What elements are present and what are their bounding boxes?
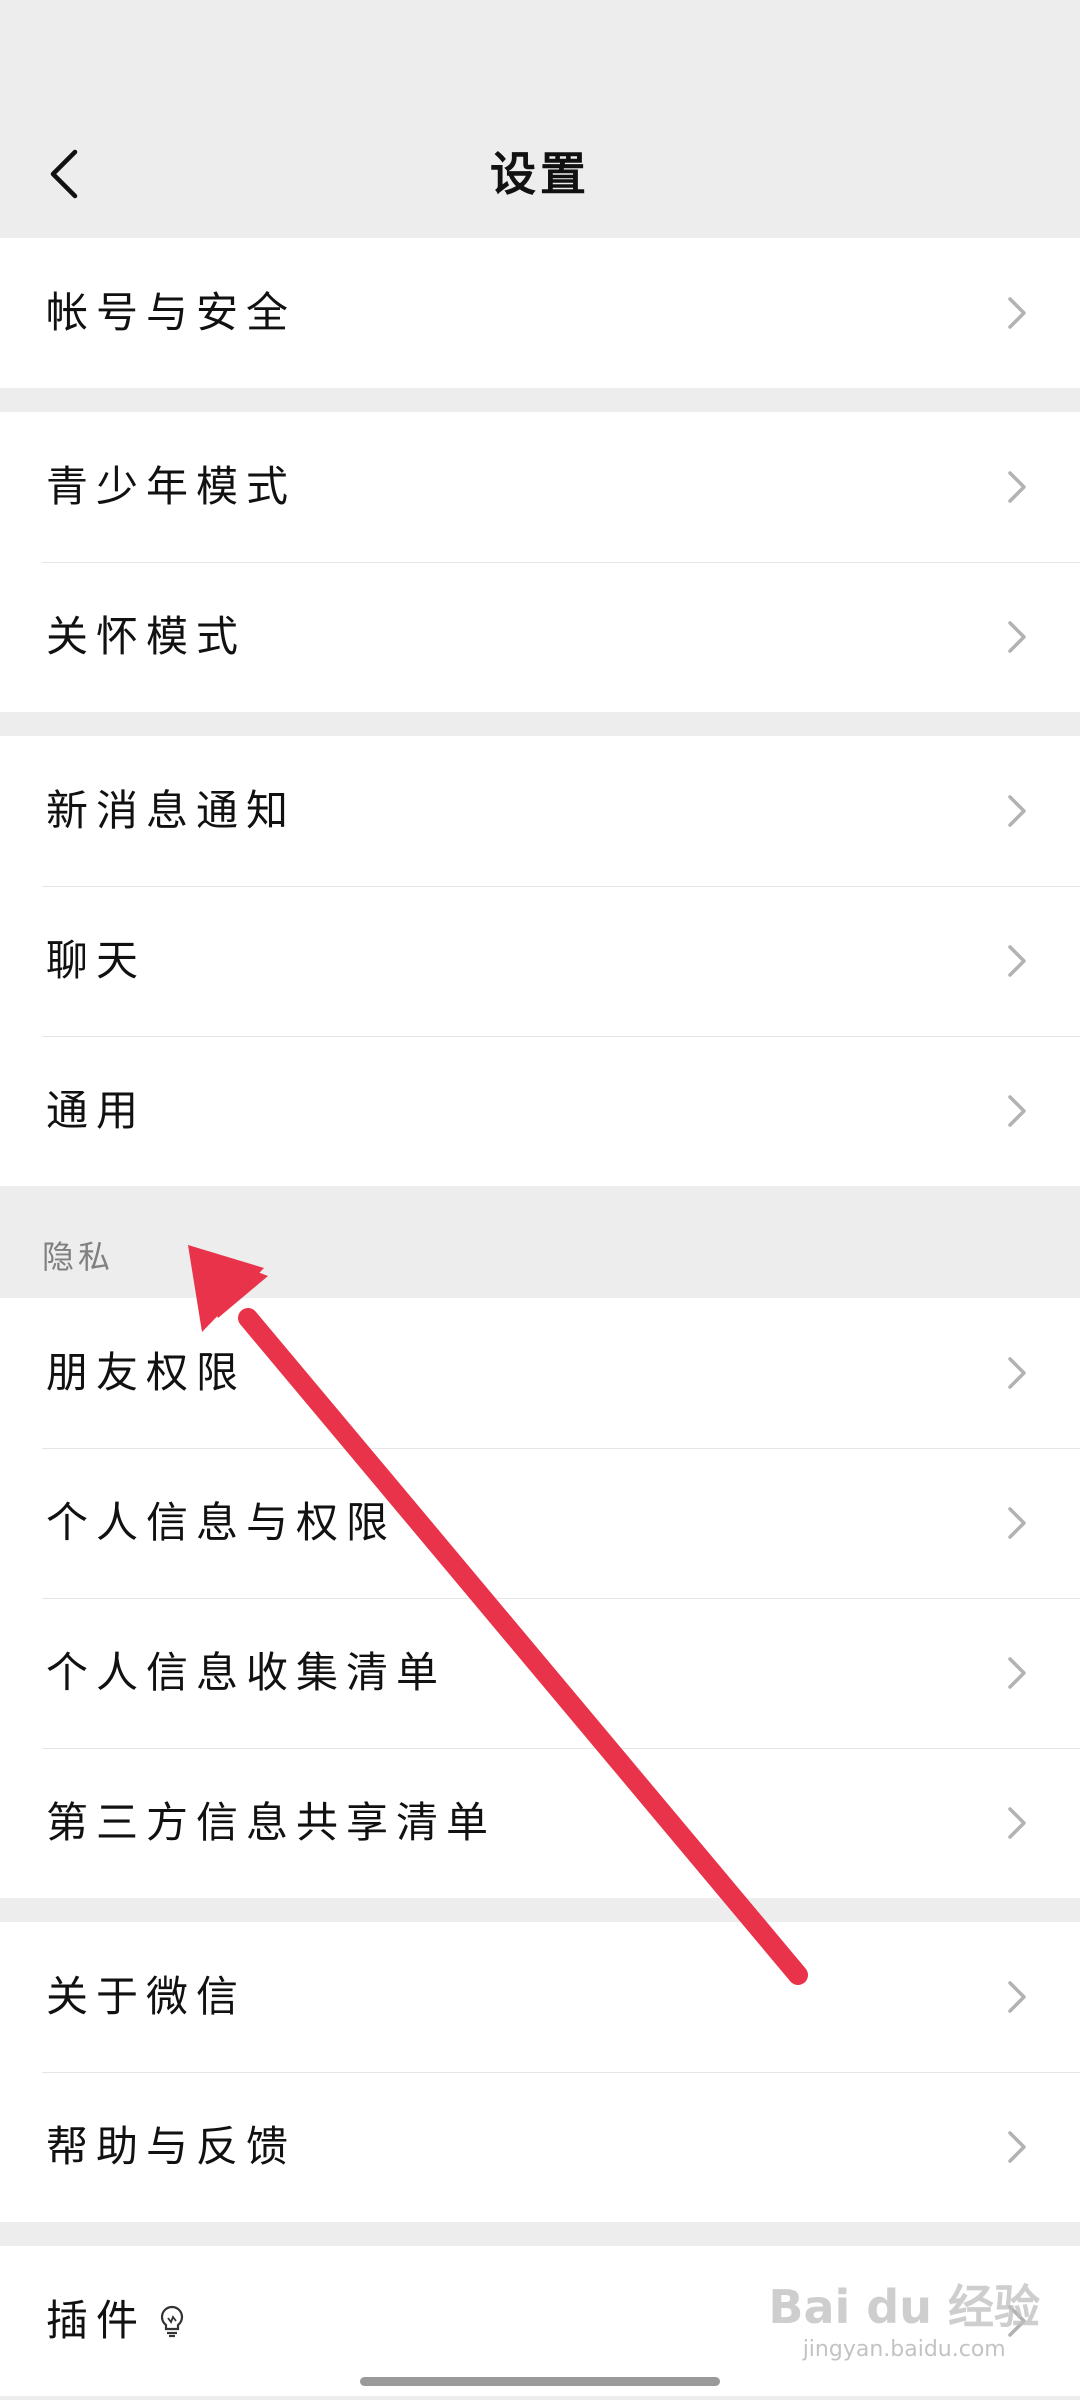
settings-item-label: 关怀模式 <box>46 612 247 661</box>
settings-item-about-wechat[interactable]: 关于微信 <box>0 1922 1080 2072</box>
chevron-right-icon <box>1008 1807 1026 1839</box>
group-divider <box>0 388 1080 412</box>
settings-item-label: 第三方信息共享清单 <box>46 1798 497 1847</box>
section-title: 隐私 <box>42 1238 115 1276</box>
chevron-right-icon <box>1008 945 1026 977</box>
settings-item-notifications[interactable]: 新消息通知 <box>0 736 1080 886</box>
settings-item-account-security[interactable]: 帐号与安全 <box>0 238 1080 388</box>
chevron-left-icon <box>50 149 78 199</box>
settings-item-label: 朋友权限 <box>46 1348 247 1397</box>
settings-item-third-party-sharing-list[interactable]: 第三方信息共享清单 <box>0 1748 1080 1898</box>
group-account: 帐号与安全 <box>0 238 1080 388</box>
settings-item-care-mode[interactable]: 关怀模式 <box>0 562 1080 712</box>
home-indicator[interactable] <box>360 2377 720 2386</box>
group-divider <box>0 1898 1080 1922</box>
chevron-right-icon <box>1008 621 1026 653</box>
settings-item-label: 个人信息与权限 <box>46 1498 397 1547</box>
settings-item-label: 插件 <box>46 2296 147 2345</box>
chevron-right-icon <box>1008 795 1026 827</box>
settings-item-label: 个人信息收集清单 <box>46 1648 447 1697</box>
settings-item-friend-permissions[interactable]: 朋友权限 <box>0 1298 1080 1448</box>
chevron-right-icon <box>1008 1095 1026 1127</box>
chevron-right-icon <box>1008 2131 1026 2163</box>
settings-item-general[interactable]: 通用 <box>0 1036 1080 1186</box>
status-bar <box>0 0 1080 110</box>
settings-item-label: 新消息通知 <box>46 786 297 835</box>
group-divider <box>0 712 1080 736</box>
settings-item-label: 通用 <box>46 1086 147 1135</box>
settings-item-label: 关于微信 <box>46 1972 247 2021</box>
group-about: 关于微信 帮助与反馈 <box>0 1922 1080 2222</box>
nav-bar: 设置 <box>0 110 1080 238</box>
section-header-privacy: 隐私 <box>0 1186 1080 1298</box>
page-title: 设置 <box>490 147 590 201</box>
chevron-right-icon <box>1008 297 1026 329</box>
settings-item-personal-info-permissions[interactable]: 个人信息与权限 <box>0 1448 1080 1598</box>
settings-item-label: 帮助与反馈 <box>46 2122 297 2171</box>
settings-item-info-collection-list[interactable]: 个人信息收集清单 <box>0 1598 1080 1748</box>
group-modes: 青少年模式 关怀模式 <box>0 412 1080 712</box>
watermark-logo: Bai du 经验 jingyan.baidu.com <box>768 2271 1040 2362</box>
settings-item-label: 帐号与安全 <box>46 288 297 337</box>
settings-item-label: 聊天 <box>46 936 147 985</box>
chevron-right-icon <box>1008 1981 1026 2013</box>
chevron-right-icon <box>1008 1657 1026 1689</box>
group-general: 新消息通知 聊天 通用 <box>0 736 1080 1186</box>
settings-list: 帐号与安全 青少年模式 关怀模式 新消息通知 聊天 通用 隐私 朋友权限 个人信… <box>0 238 1080 2396</box>
chevron-right-icon <box>1008 1357 1026 1389</box>
chevron-right-icon <box>1008 471 1026 503</box>
settings-item-teen-mode[interactable]: 青少年模式 <box>0 412 1080 562</box>
back-button[interactable] <box>24 134 104 214</box>
group-divider <box>0 2222 1080 2246</box>
watermark-url: jingyan.baidu.com <box>802 2337 1006 2362</box>
lightbulb-icon <box>160 2305 184 2338</box>
group-privacy: 朋友权限 个人信息与权限 个人信息收集清单 第三方信息共享清单 <box>0 1298 1080 1898</box>
watermark-brand: Bai du 经验 <box>768 2280 1040 2334</box>
settings-item-label: 青少年模式 <box>46 462 297 511</box>
settings-item-chat[interactable]: 聊天 <box>0 886 1080 1036</box>
settings-item-help-feedback[interactable]: 帮助与反馈 <box>0 2072 1080 2222</box>
chevron-right-icon <box>1008 1507 1026 1539</box>
